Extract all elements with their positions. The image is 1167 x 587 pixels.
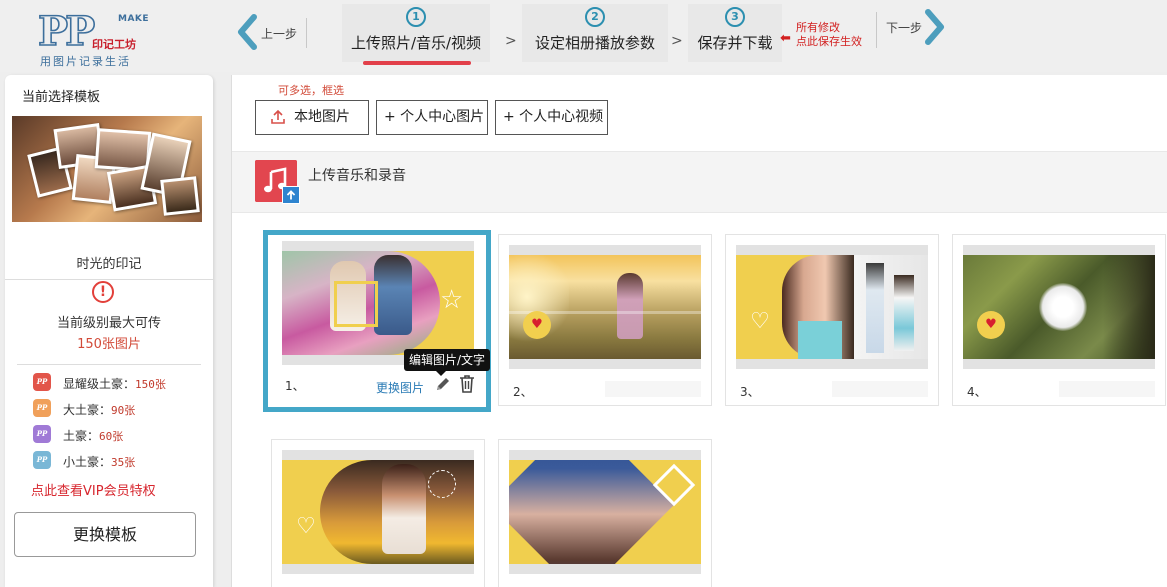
upload-icon [271, 109, 285, 124]
template-sidebar: 当前选择模板 时光的印记 ! 当前级别最大可传 150张图片 PP 显耀级土豪：… [5, 75, 213, 587]
alert-icon: ! [92, 281, 114, 303]
heart-outline-icon[interactable]: ♡ [292, 514, 320, 542]
sidebar-title: 当前选择模板 [22, 90, 101, 105]
step-number: 1 [406, 7, 426, 27]
vip-badge-icon: PP [33, 399, 51, 417]
prev-step-label: 上一步 [261, 27, 298, 41]
vip-privileges-link[interactable]: 点此查看VIP会员特权 [31, 480, 156, 499]
next-step-button[interactable]: 下一步 [886, 8, 948, 46]
local-images-label: 本地图片 [294, 109, 350, 125]
trash-icon[interactable] [458, 374, 476, 394]
template-name: 时光的印记 [76, 257, 142, 272]
upload-limit-label: 当前级别最大可传 [56, 316, 161, 331]
edit-tooltip: 编辑图片/文字 [404, 349, 491, 376]
step-settings[interactable]: 2 设定相册播放参数 [522, 4, 668, 62]
center-images-button[interactable]: + 个人中心图片 [376, 100, 488, 135]
divider [306, 18, 307, 48]
slot-photo [963, 255, 1155, 359]
top-toolbar: PP MAKE 印记工坊 用图片记录生活 上一步 1 上传照片/音乐/视频 > … [0, 0, 1167, 72]
active-step-indicator [363, 61, 471, 65]
logo-slogan: 用图片记录生活 [40, 55, 131, 68]
vip-level-limit: 35张 [111, 456, 136, 469]
step-upload[interactable]: 1 上传照片/音乐/视频 [342, 4, 490, 65]
slot-photo [282, 460, 474, 564]
save-hint[interactable]: ⬅ 所有修改 点此保存生效 [778, 17, 870, 51]
logo: PP MAKE 印记工坊 用图片记录生活 [37, 8, 150, 68]
logo-mark: PP [37, 8, 96, 55]
slot-photo [509, 255, 701, 359]
vip-level-limit: 60张 [99, 430, 124, 443]
heart-icon[interactable]: ♥ [977, 311, 1005, 339]
chevron-right-icon [925, 9, 944, 45]
chevron-left-icon [238, 14, 257, 50]
step-label: 保存并下载 [697, 34, 773, 52]
step-number: 3 [725, 7, 745, 27]
slot-photo [736, 255, 928, 359]
heart-outline-icon[interactable]: ♡ [746, 309, 774, 337]
photo-slot-5[interactable]: ♡ [271, 439, 485, 587]
template-preview-image [12, 116, 202, 222]
vip-level-limit: 90张 [111, 404, 136, 417]
upload-arrow-icon [282, 186, 300, 204]
vip-level-name: 土豪： [63, 429, 100, 443]
slot-index: 4、 [967, 385, 987, 399]
pencil-icon[interactable] [434, 375, 452, 393]
vip-badge-icon: PP [33, 451, 51, 469]
next-step-label: 下一步 [886, 21, 923, 35]
upload-panel: 可多选，框选 本地图片 + 个人中心图片 + 个人中心视频 上传音乐和录音 ☆ … [231, 75, 1167, 587]
vip-level-name: 大土豪： [63, 403, 112, 417]
slot-index: 1、 [285, 379, 305, 393]
logo-brand-text: 印记工坊 [92, 38, 136, 51]
slot-index: 2、 [513, 385, 533, 399]
step-number: 2 [585, 7, 605, 27]
star-icon[interactable]: ☆ [440, 287, 463, 313]
divider [5, 279, 213, 280]
logo-make-text: MAKE [118, 14, 150, 24]
slot-photo [509, 460, 701, 564]
divider [876, 12, 877, 48]
photo-slot-6[interactable] [498, 439, 712, 587]
step-separator: > [505, 33, 517, 49]
divider [17, 364, 201, 365]
multi-select-hint: 可多选，框选 [278, 84, 344, 97]
step-save-download[interactable]: 3 保存并下载 [688, 4, 782, 62]
prev-step-button[interactable]: 上一步 [236, 14, 306, 50]
replace-image-link[interactable]: 更换图片 [376, 379, 424, 396]
vip-level-limit: 150张 [135, 378, 166, 391]
vip-level-name: 显耀级土豪： [63, 377, 136, 391]
local-images-button[interactable]: 本地图片 [255, 100, 369, 135]
change-template-button[interactable]: 更换模板 [14, 512, 196, 557]
vip-badge-icon: PP [33, 373, 51, 391]
photo-slot-2[interactable]: ♥ 2、 [498, 234, 712, 406]
vip-level-name: 小土豪： [63, 455, 112, 469]
upload-music-label: 上传音乐和录音 [308, 168, 406, 184]
step-label: 上传照片/音乐/视频 [350, 34, 482, 52]
center-videos-button[interactable]: + 个人中心视频 [495, 100, 608, 135]
photo-slot-3[interactable]: ♡ 3、 [725, 234, 939, 406]
upload-limit-count: 150张图片 [77, 337, 141, 352]
step-separator: > [671, 33, 683, 49]
step-label: 设定相册播放参数 [534, 34, 655, 52]
slot-photo: ☆ [282, 251, 474, 355]
upload-music-button[interactable]: 上传音乐和录音 [232, 151, 1167, 213]
photo-slot-4[interactable]: ♥ 4、 [952, 234, 1166, 406]
save-hint-line2: 点此保存生效 [796, 35, 862, 48]
vip-badge-icon: PP [33, 425, 51, 443]
slot-index: 3、 [740, 385, 760, 399]
arrow-left-icon: ⬅ [780, 31, 791, 46]
heart-icon[interactable]: ♥ [523, 311, 551, 339]
photo-slot-1[interactable]: ☆ 1、 更换图片 [263, 230, 491, 412]
